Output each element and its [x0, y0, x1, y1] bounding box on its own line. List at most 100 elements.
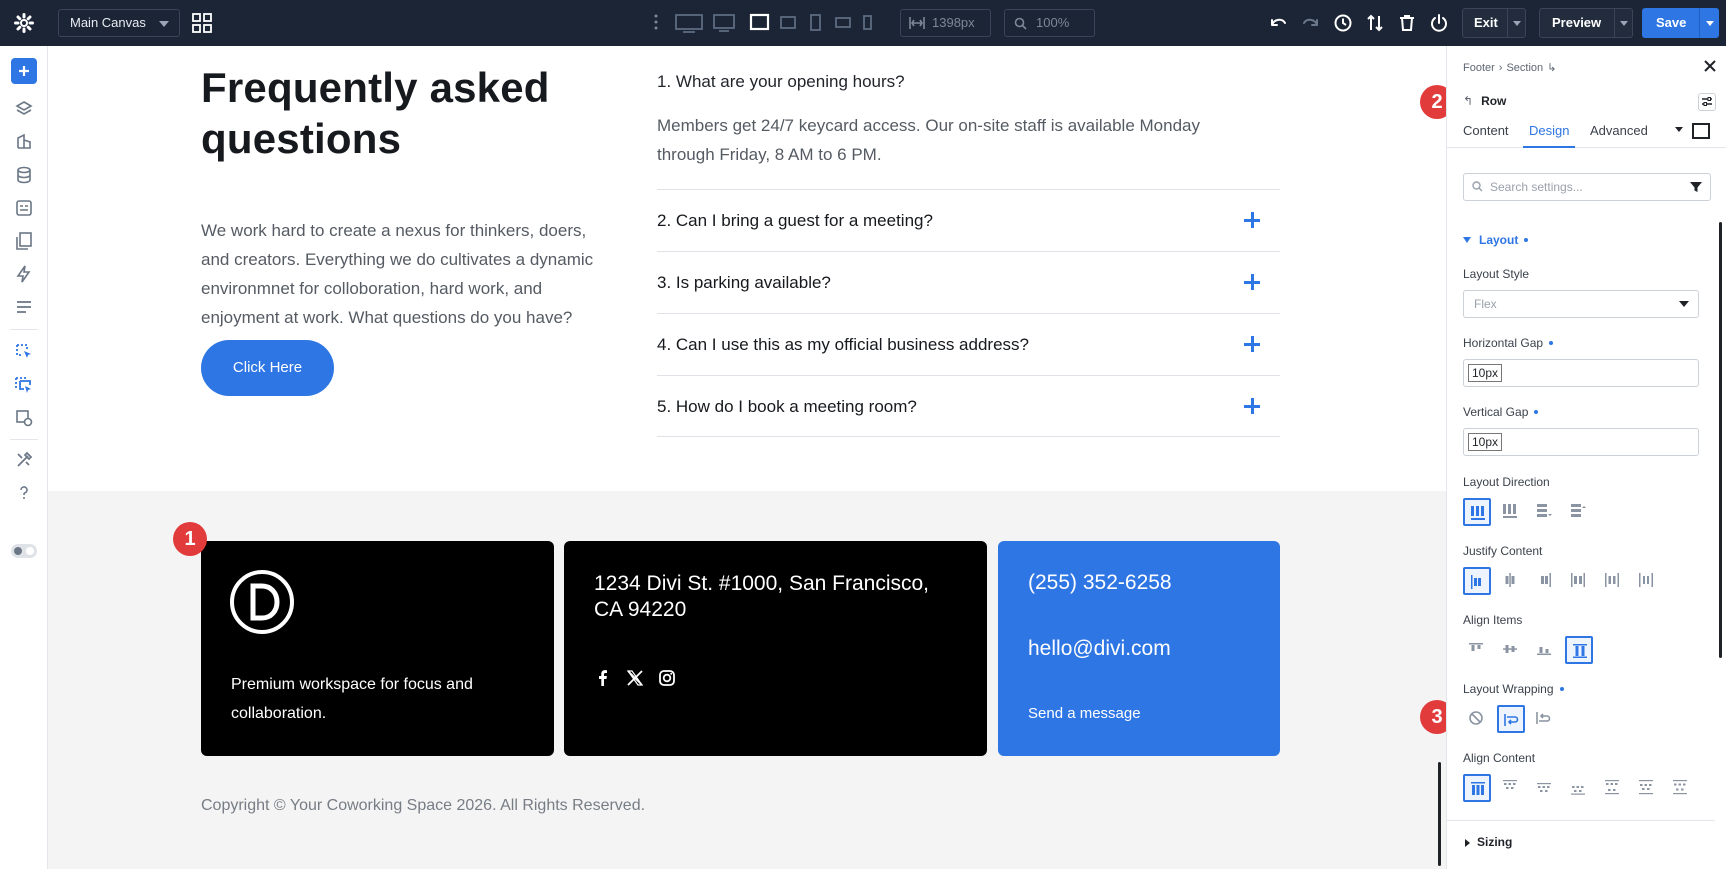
- direction-column-reverse-button[interactable]: [1565, 498, 1593, 526]
- faq-open-question[interactable]: 1. What are your opening hours?: [657, 72, 905, 92]
- align-stretch-button[interactable]: [1565, 636, 1593, 664]
- plus-icon[interactable]: [1244, 212, 1260, 228]
- align-content-space-between-button[interactable]: [1599, 774, 1627, 802]
- canvas-select[interactable]: Main Canvas: [58, 9, 180, 37]
- gear-icon[interactable]: [14, 13, 34, 33]
- no-wrap-icon: [1469, 711, 1483, 725]
- direction-row-button[interactable]: [1463, 498, 1491, 526]
- footer-card-address[interactable]: 1234 Divi St. #1000, San Francisco, CA 9…: [564, 541, 987, 756]
- section-layout-toggle[interactable]: Layout: [1463, 233, 1529, 247]
- panel-scrollbar[interactable]: [1719, 222, 1722, 658]
- panel-view-icon[interactable]: [1692, 123, 1710, 139]
- zoom-field[interactable]: 100%: [1004, 9, 1095, 37]
- database-icon[interactable]: [14, 165, 34, 185]
- tab-advanced[interactable]: Advanced: [1590, 112, 1648, 148]
- contact-email[interactable]: hello@divi.com: [1028, 637, 1171, 661]
- footer-card-contact[interactable]: (255) 352-6258 hello@divi.com Send a mes…: [998, 541, 1280, 756]
- page-settings-icon[interactable]: [14, 198, 34, 218]
- divider: [10, 329, 38, 330]
- mode-toggle[interactable]: [11, 544, 37, 558]
- direction-column-button[interactable]: [1531, 498, 1559, 526]
- vertical-gap-input[interactable]: 10px: [1463, 428, 1699, 456]
- align-content-end-button[interactable]: [1565, 774, 1593, 802]
- align-center-button[interactable]: [1497, 636, 1525, 664]
- instagram-icon[interactable]: [658, 669, 676, 687]
- add-element-button[interactable]: [11, 58, 37, 84]
- save-dropdown-toggle[interactable]: [1699, 8, 1719, 38]
- plus-icon[interactable]: [1244, 398, 1260, 414]
- plus-icon: [19, 66, 29, 76]
- pages-icon[interactable]: [14, 231, 34, 251]
- align-content-space-around-button[interactable]: [1633, 774, 1661, 802]
- direction-row-reverse-button[interactable]: [1497, 498, 1525, 526]
- breadcrumb-footer[interactable]: Footer: [1463, 62, 1495, 74]
- chevron-down-icon[interactable]: [1675, 127, 1683, 132]
- justify-end-button[interactable]: [1531, 567, 1559, 595]
- justify-space-around-button[interactable]: [1599, 567, 1627, 595]
- contact-phone[interactable]: (255) 352-6258: [1028, 571, 1172, 595]
- lightning-icon[interactable]: [14, 264, 34, 284]
- horizontal-gap-input[interactable]: 10px: [1463, 359, 1699, 387]
- send-message-link[interactable]: Send a message: [1028, 705, 1141, 722]
- sort-arrows-icon[interactable]: [1365, 13, 1385, 33]
- footer-card-brand[interactable]: Premium workspace for focus and collabor…: [201, 541, 554, 756]
- tab-content[interactable]: Content: [1463, 112, 1509, 148]
- trash-icon[interactable]: [1397, 13, 1417, 33]
- exit-button[interactable]: Exit: [1462, 8, 1526, 38]
- faq-item[interactable]: 2. Can I bring a guest for a meeting?: [657, 189, 1280, 251]
- align-content-center-button[interactable]: [1531, 774, 1559, 802]
- tab-design[interactable]: Design: [1523, 112, 1576, 148]
- redo-icon[interactable]: [1301, 13, 1321, 33]
- back-arrow-icon[interactable]: ↰: [1463, 94, 1473, 108]
- justify-center-button[interactable]: [1497, 567, 1525, 595]
- help-icon[interactable]: [14, 483, 34, 503]
- exit-dropdown-toggle[interactable]: [1507, 9, 1525, 37]
- align-content-start-button[interactable]: [1497, 774, 1525, 802]
- align-end-button[interactable]: [1531, 636, 1559, 664]
- align-stretch-icon: [1573, 644, 1587, 658]
- plus-icon[interactable]: [1244, 274, 1260, 290]
- close-icon[interactable]: [1704, 60, 1716, 72]
- justify-start-button[interactable]: [1463, 567, 1491, 595]
- plus-icon[interactable]: [1244, 336, 1260, 352]
- faq-item[interactable]: 3. Is parking available?: [657, 251, 1280, 313]
- breadcrumb-section[interactable]: Section: [1506, 62, 1543, 74]
- click-select-icon[interactable]: [14, 342, 34, 362]
- layers-icon[interactable]: [14, 99, 34, 119]
- filter-icon[interactable]: [1690, 181, 1702, 193]
- settings-search-input[interactable]: Search settings...: [1463, 173, 1711, 201]
- preview-dropdown-toggle[interactable]: [1614, 9, 1632, 37]
- wireframe-icon[interactable]: [14, 408, 34, 428]
- list-icon[interactable]: [14, 297, 34, 317]
- align-content-space-evenly-button[interactable]: [1667, 774, 1695, 802]
- save-button[interactable]: Save: [1642, 8, 1719, 38]
- breadcrumb-separator: ›: [1498, 62, 1503, 74]
- canvas-width-field[interactable]: 1398px: [900, 9, 991, 37]
- justify-space-evenly-button[interactable]: [1633, 567, 1661, 595]
- layout-style-select[interactable]: Flex: [1463, 290, 1699, 318]
- faq-item[interactable]: 4. Can I use this as my official busines…: [657, 313, 1280, 375]
- wrap-reverse-button[interactable]: [1531, 705, 1559, 733]
- x-twitter-icon[interactable]: [626, 669, 644, 687]
- align-content-stretch-button[interactable]: [1463, 774, 1491, 802]
- canvas-scrollbar[interactable]: [1438, 762, 1441, 866]
- grid-icon[interactable]: [192, 13, 212, 33]
- align-start-button[interactable]: [1463, 636, 1491, 664]
- power-icon[interactable]: [1429, 13, 1449, 33]
- breadcrumb-child-arrow[interactable]: ↳: [1547, 62, 1556, 74]
- no-wrap-button[interactable]: [1463, 705, 1491, 733]
- row-options-button[interactable]: [1698, 93, 1716, 111]
- undo-icon[interactable]: [1268, 13, 1288, 33]
- faq-item[interactable]: 5. How do I book a meeting room?: [657, 375, 1280, 437]
- history-icon[interactable]: [1333, 13, 1353, 33]
- multi-select-icon[interactable]: [14, 375, 34, 395]
- justify-space-between-button[interactable]: [1565, 567, 1593, 595]
- wrap-button[interactable]: [1497, 705, 1525, 733]
- preview-button[interactable]: Preview: [1539, 8, 1633, 38]
- wrap-icon: [1504, 714, 1519, 726]
- section-sizing-toggle[interactable]: Sizing: [1447, 820, 1715, 850]
- tools-icon[interactable]: [14, 450, 34, 470]
- facebook-icon[interactable]: [594, 669, 612, 687]
- click-here-button[interactable]: Click Here: [201, 340, 334, 396]
- theme-builder-icon[interactable]: [14, 132, 34, 152]
